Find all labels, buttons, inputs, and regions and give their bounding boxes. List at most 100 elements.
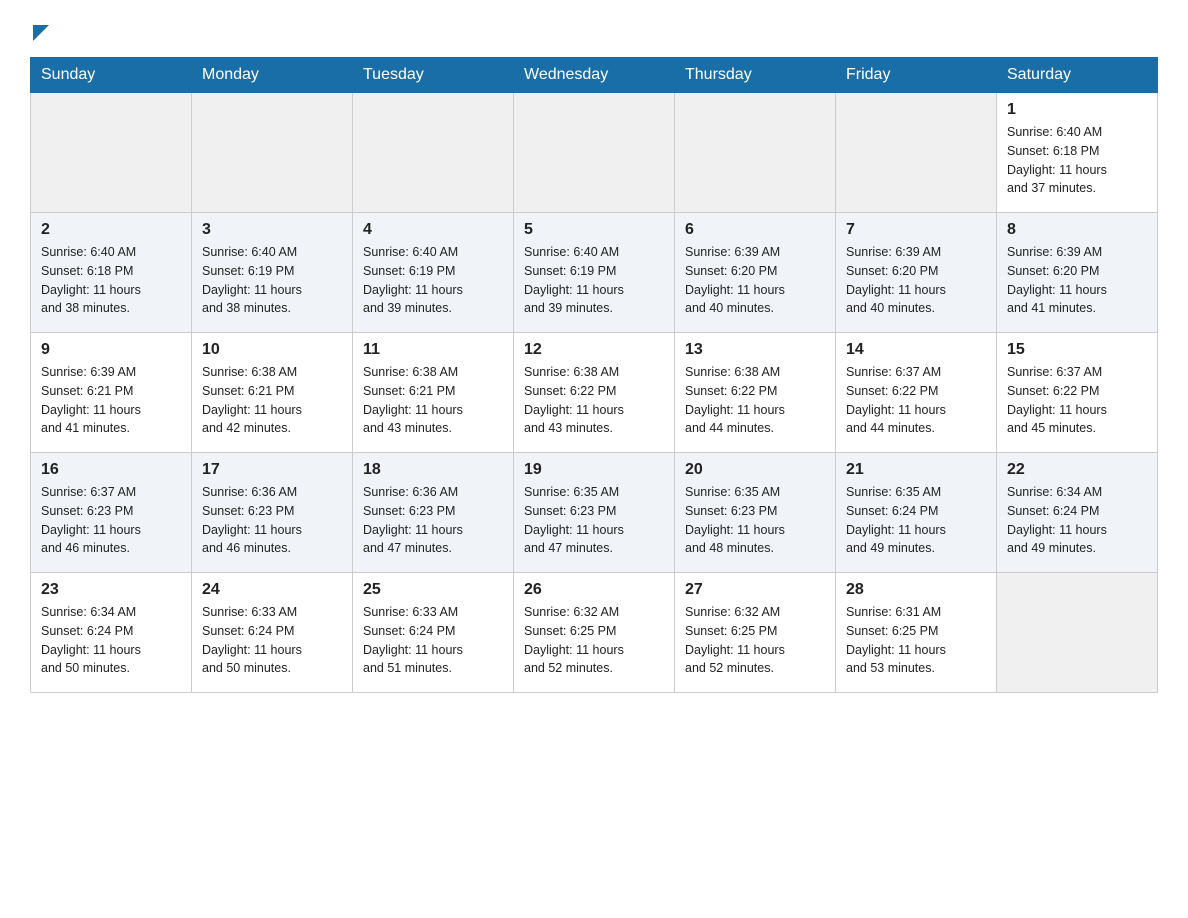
day-number: 15 bbox=[1007, 341, 1147, 359]
logo-arrow-icon bbox=[33, 25, 49, 41]
day-info: Sunrise: 6:33 AM Sunset: 6:24 PM Dayligh… bbox=[363, 603, 503, 678]
day-number: 8 bbox=[1007, 221, 1147, 239]
calendar-cell: 21Sunrise: 6:35 AM Sunset: 6:24 PM Dayli… bbox=[836, 453, 997, 573]
day-number: 7 bbox=[846, 221, 986, 239]
day-info: Sunrise: 6:40 AM Sunset: 6:19 PM Dayligh… bbox=[524, 243, 664, 318]
day-number: 3 bbox=[202, 221, 342, 239]
day-number: 13 bbox=[685, 341, 825, 359]
day-info: Sunrise: 6:40 AM Sunset: 6:18 PM Dayligh… bbox=[41, 243, 181, 318]
calendar-cell: 28 Sunrise: 6:31 AM Sunset: 6:25 PM Dayli… bbox=[836, 573, 997, 693]
day-info: Sunrise: 6:32 AM Sunset: 6:25 PM Dayligh… bbox=[685, 603, 825, 678]
calendar-weekday-header: Monday bbox=[192, 58, 353, 93]
calendar-cell: 20 Sunrise: 6:35 AM Sunset: 6:23 PM Dayli… bbox=[675, 453, 836, 573]
day-number: 5 bbox=[524, 221, 664, 239]
calendar-cell: 24 Sunrise: 6:33 AM Sunset: 6:24 PM Dayli… bbox=[192, 573, 353, 693]
calendar-cell: 6 Sunrise: 6:39 AM Sunset: 6:20 PM Daylig… bbox=[675, 213, 836, 333]
calendar-cell bbox=[353, 93, 514, 213]
day-info: Sunrise: 6:31 AM Sunset: 6:25 PM Dayligh… bbox=[846, 603, 986, 678]
calendar-cell: 26Sunrise: 6:32 AM Sunset: 6:25 PM Dayli… bbox=[514, 573, 675, 693]
day-number: 6 bbox=[685, 221, 825, 239]
calendar-cell: 27 Sunrise: 6:32 AM Sunset: 6:25 PM Dayli… bbox=[675, 573, 836, 693]
logo bbox=[30, 20, 49, 37]
day-info: Sunrise: 6:38 AM Sunset: 6:21 PM Dayligh… bbox=[363, 363, 503, 438]
calendar-cell: 15 Sunrise: 6:37 AM Sunset: 6:22 PM Dayli… bbox=[997, 333, 1158, 453]
calendar-cell: 22Sunrise: 6:34 AM Sunset: 6:24 PM Dayli… bbox=[997, 453, 1158, 573]
day-info: Sunrise: 6:36 AM Sunset: 6:23 PM Dayligh… bbox=[202, 483, 342, 558]
day-number: 17 bbox=[202, 461, 342, 479]
day-number: 24 bbox=[202, 581, 342, 599]
day-info: Sunrise: 6:37 AM Sunset: 6:22 PM Dayligh… bbox=[846, 363, 986, 438]
day-info: Sunrise: 6:39 AM Sunset: 6:21 PM Dayligh… bbox=[41, 363, 181, 438]
day-number: 16 bbox=[41, 461, 181, 479]
calendar-cell: 7 Sunrise: 6:39 AM Sunset: 6:20 PM Daylig… bbox=[836, 213, 997, 333]
day-number: 28 bbox=[846, 581, 986, 599]
calendar-cell: 17 Sunrise: 6:36 AM Sunset: 6:23 PM Dayli… bbox=[192, 453, 353, 573]
day-number: 23 bbox=[41, 581, 181, 599]
page-header bbox=[30, 20, 1158, 37]
calendar-weekday-header: Sunday bbox=[31, 58, 192, 93]
day-info: Sunrise: 6:38 AM Sunset: 6:22 PM Dayligh… bbox=[524, 363, 664, 438]
day-number: 26 bbox=[524, 581, 664, 599]
calendar-cell: 23 Sunrise: 6:34 AM Sunset: 6:24 PM Dayli… bbox=[31, 573, 192, 693]
day-info: Sunrise: 6:40 AM Sunset: 6:19 PM Dayligh… bbox=[202, 243, 342, 318]
day-number: 21 bbox=[846, 461, 986, 479]
calendar-cell: 14 Sunrise: 6:37 AM Sunset: 6:22 PM Dayli… bbox=[836, 333, 997, 453]
day-number: 20 bbox=[685, 461, 825, 479]
calendar-week-row: 1 Sunrise: 6:40 AM Sunset: 6:18 PM Daylig… bbox=[31, 93, 1158, 213]
calendar-cell bbox=[192, 93, 353, 213]
calendar-cell: 5 Sunrise: 6:40 AM Sunset: 6:19 PM Daylig… bbox=[514, 213, 675, 333]
calendar-cell bbox=[675, 93, 836, 213]
calendar-weekday-header: Thursday bbox=[675, 58, 836, 93]
day-number: 12 bbox=[524, 341, 664, 359]
calendar-cell: 4 Sunrise: 6:40 AM Sunset: 6:19 PM Daylig… bbox=[353, 213, 514, 333]
day-number: 19 bbox=[524, 461, 664, 479]
day-number: 25 bbox=[363, 581, 503, 599]
calendar-weekday-header: Saturday bbox=[997, 58, 1158, 93]
day-info: Sunrise: 6:39 AM Sunset: 6:20 PM Dayligh… bbox=[1007, 243, 1147, 318]
day-info: Sunrise: 6:33 AM Sunset: 6:24 PM Dayligh… bbox=[202, 603, 342, 678]
day-info: Sunrise: 6:35 AM Sunset: 6:23 PM Dayligh… bbox=[524, 483, 664, 558]
calendar-cell: 12 Sunrise: 6:38 AM Sunset: 6:22 PM Dayli… bbox=[514, 333, 675, 453]
calendar-cell: 10 Sunrise: 6:38 AM Sunset: 6:21 PM Dayli… bbox=[192, 333, 353, 453]
calendar-cell: 25 Sunrise: 6:33 AM Sunset: 6:24 PM Dayli… bbox=[353, 573, 514, 693]
day-info: Sunrise: 6:39 AM Sunset: 6:20 PM Dayligh… bbox=[846, 243, 986, 318]
calendar-cell bbox=[997, 573, 1158, 693]
day-number: 14 bbox=[846, 341, 986, 359]
calendar-table: SundayMondayTuesdayWednesdayThursdayFrid… bbox=[30, 57, 1158, 693]
calendar-week-row: 23 Sunrise: 6:34 AM Sunset: 6:24 PM Dayli… bbox=[31, 573, 1158, 693]
calendar-cell: 13 Sunrise: 6:38 AM Sunset: 6:22 PM Dayli… bbox=[675, 333, 836, 453]
calendar-cell: 11 Sunrise: 6:38 AM Sunset: 6:21 PM Dayli… bbox=[353, 333, 514, 453]
day-number: 1 bbox=[1007, 101, 1147, 119]
day-info: Sunrise: 6:37 AM Sunset: 6:22 PM Dayligh… bbox=[1007, 363, 1147, 438]
calendar-cell: 16Sunrise: 6:37 AM Sunset: 6:23 PM Dayli… bbox=[31, 453, 192, 573]
calendar-cell: 1 Sunrise: 6:40 AM Sunset: 6:18 PM Daylig… bbox=[997, 93, 1158, 213]
day-number: 2 bbox=[41, 221, 181, 239]
day-info: Sunrise: 6:34 AM Sunset: 6:24 PM Dayligh… bbox=[41, 603, 181, 678]
calendar-cell bbox=[836, 93, 997, 213]
day-number: 10 bbox=[202, 341, 342, 359]
calendar-weekday-header: Friday bbox=[836, 58, 997, 93]
day-info: Sunrise: 6:40 AM Sunset: 6:19 PM Dayligh… bbox=[363, 243, 503, 318]
day-number: 4 bbox=[363, 221, 503, 239]
day-info: Sunrise: 6:34 AM Sunset: 6:24 PM Dayligh… bbox=[1007, 483, 1147, 558]
calendar-weekday-header: Wednesday bbox=[514, 58, 675, 93]
day-info: Sunrise: 6:39 AM Sunset: 6:20 PM Dayligh… bbox=[685, 243, 825, 318]
calendar-cell: 19 Sunrise: 6:35 AM Sunset: 6:23 PM Dayli… bbox=[514, 453, 675, 573]
day-number: 9 bbox=[41, 341, 181, 359]
calendar-cell: 18Sunrise: 6:36 AM Sunset: 6:23 PM Dayli… bbox=[353, 453, 514, 573]
day-info: Sunrise: 6:35 AM Sunset: 6:23 PM Dayligh… bbox=[685, 483, 825, 558]
day-number: 11 bbox=[363, 341, 503, 359]
day-info: Sunrise: 6:40 AM Sunset: 6:18 PM Dayligh… bbox=[1007, 123, 1147, 198]
day-info: Sunrise: 6:36 AM Sunset: 6:23 PM Dayligh… bbox=[363, 483, 503, 558]
calendar-cell: 2 Sunrise: 6:40 AM Sunset: 6:18 PM Daylig… bbox=[31, 213, 192, 333]
calendar-weekday-header: Tuesday bbox=[353, 58, 514, 93]
calendar-cell bbox=[514, 93, 675, 213]
calendar-cell: 3 Sunrise: 6:40 AM Sunset: 6:19 PM Daylig… bbox=[192, 213, 353, 333]
day-number: 27 bbox=[685, 581, 825, 599]
calendar-week-row: 16Sunrise: 6:37 AM Sunset: 6:23 PM Dayli… bbox=[31, 453, 1158, 573]
day-info: Sunrise: 6:38 AM Sunset: 6:22 PM Dayligh… bbox=[685, 363, 825, 438]
calendar-cell: 8 Sunrise: 6:39 AM Sunset: 6:20 PM Daylig… bbox=[997, 213, 1158, 333]
day-info: Sunrise: 6:38 AM Sunset: 6:21 PM Dayligh… bbox=[202, 363, 342, 438]
calendar-week-row: 2 Sunrise: 6:40 AM Sunset: 6:18 PM Daylig… bbox=[31, 213, 1158, 333]
calendar-cell: 9 Sunrise: 6:39 AM Sunset: 6:21 PM Daylig… bbox=[31, 333, 192, 453]
